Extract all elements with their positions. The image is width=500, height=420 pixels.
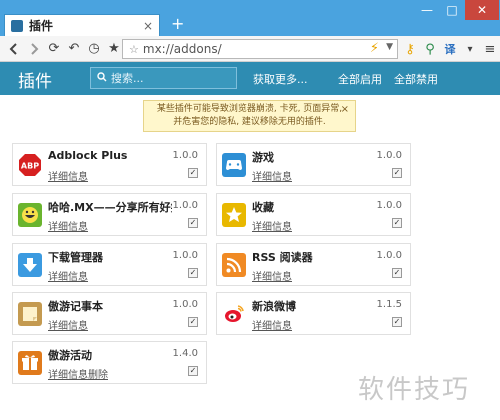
plugin-version: 1.0.0: [376, 250, 402, 261]
warning-line-2: 并危害您的隐私, 建议移除无用的插件.: [173, 117, 326, 127]
enable-all-button[interactable]: 全部启用: [338, 71, 382, 87]
plugin-detail-link[interactable]: 详细信息: [48, 218, 88, 233]
plugin-name: Adblock Plus: [48, 149, 128, 162]
plugin-enabled-checkbox[interactable]: ✓: [188, 317, 198, 327]
back-icon[interactable]: [4, 39, 24, 59]
plugin-name: 傲游活动: [48, 349, 92, 362]
plugin-name: 游戏: [252, 151, 274, 164]
plugin-name: 哈哈.MX——分享所有好笑的...: [48, 201, 172, 214]
plugin-card-haha: 哈哈.MX——分享所有好笑的... 1.0.0 详细信息 ✓: [12, 193, 207, 236]
plugin-card-activities: 傲游活动 1.4.0 详细信息 删除 ✓: [12, 341, 207, 384]
watermark-text: 软件技巧: [358, 375, 471, 405]
tab-close-icon[interactable]: ×: [143, 19, 153, 33]
watermark: 软件技巧: [348, 345, 500, 420]
plugin-name: RSS 阅读器: [252, 251, 313, 264]
title-bar: 插件 × + — □ ✕: [0, 0, 500, 36]
get-more-link[interactable]: 获取更多...: [253, 71, 308, 87]
plugin-detail-link[interactable]: 详细信息: [48, 168, 88, 183]
disable-all-button[interactable]: 全部禁用: [394, 71, 438, 87]
plugin-card-rss: RSS 阅读器 1.0.0 详细信息 ✓: [216, 243, 411, 286]
plugin-enabled-checkbox[interactable]: ✓: [392, 268, 402, 278]
chevron-down-icon[interactable]: ▼: [386, 42, 393, 52]
plugin-detail-link[interactable]: 详细信息: [252, 268, 292, 283]
addons-header: 插件 获取更多... 全部启用 全部禁用: [0, 62, 500, 95]
plugin-remove-link[interactable]: 删除: [88, 366, 108, 381]
gamepad-icon: [222, 153, 246, 177]
plugin-enabled-checkbox[interactable]: ✓: [392, 218, 402, 228]
plugin-name: 新浪微博: [252, 300, 296, 313]
plugin-card-favorites: 收藏 1.0.0 详细信息 ✓: [216, 193, 411, 236]
history-icon[interactable]: ◷: [84, 39, 104, 59]
warning-banner: 某些插件可能导致浏览器崩溃, 卡死, 页面异常, 并危害您的隐私, 建议移除无用…: [143, 100, 356, 132]
search-icon: [97, 71, 107, 85]
favorite-icon[interactable]: ★: [104, 39, 124, 59]
plugin-detail-link[interactable]: 详细信息: [48, 366, 88, 381]
plugin-enabled-checkbox[interactable]: ✓: [188, 268, 198, 278]
toolbar-right: ⚷ ⚲ 译 ▾ ≡: [400, 39, 500, 59]
plugin-version: 1.0.0: [376, 200, 402, 211]
main-menu-icon[interactable]: ≡: [480, 39, 500, 59]
svg-text:ABP: ABP: [21, 162, 39, 171]
plugin-card-weibo: 新浪微博 1.1.5 详细信息 ✓: [216, 292, 411, 335]
close-window-button[interactable]: ✕: [465, 0, 499, 20]
plugin-detail-link[interactable]: 详细信息: [252, 168, 292, 183]
plugin-card-adblock: ABP Adblock Plus 1.0.0 详细信息 ✓: [12, 143, 207, 186]
user-icon[interactable]: ⚲: [420, 39, 440, 59]
gift-icon: [18, 351, 42, 375]
plugin-card-notepad: 傲游记事本 1.0.0 详细信息 ✓: [12, 292, 207, 335]
abp-stop-icon: ABP: [18, 153, 42, 177]
download-arrow-icon: [18, 253, 42, 277]
plugin-name: 傲游记事本: [48, 300, 103, 313]
plugin-enabled-checkbox[interactable]: ✓: [392, 168, 402, 178]
translate-icon[interactable]: 译: [440, 39, 460, 59]
tab-addons[interactable]: 插件 ×: [4, 14, 160, 36]
minimize-button[interactable]: —: [415, 0, 439, 20]
bookmark-star-icon[interactable]: ☆: [129, 43, 139, 56]
plugin-enabled-checkbox[interactable]: ✓: [188, 168, 198, 178]
star-icon: [222, 203, 246, 227]
plugin-version: 1.0.0: [172, 200, 198, 211]
new-tab-button[interactable]: +: [171, 16, 184, 32]
plugin-detail-link[interactable]: 详细信息: [252, 317, 292, 332]
plugin-card-download-manager: 下载管理器 1.0.0 详细信息 ✓: [12, 243, 207, 286]
undo-icon[interactable]: ↶: [64, 39, 84, 59]
lightning-icon[interactable]: ⚡: [370, 41, 379, 56]
plugin-version: 1.0.0: [172, 250, 198, 261]
browser-toolbar: ⟳ ↶ ◷ ★ ☆ mx://addons/ ⚡ ▼ ⚷ ⚲ 译 ▾ ≡: [0, 36, 500, 62]
maximize-button[interactable]: □: [440, 0, 464, 20]
maxthon-favicon-icon: [11, 19, 23, 32]
plugin-version: 1.0.0: [172, 150, 198, 161]
rss-icon: [222, 253, 246, 277]
more-menu-icon[interactable]: ▾: [460, 39, 480, 59]
plugin-enabled-checkbox[interactable]: ✓: [188, 366, 198, 376]
search-input[interactable]: [111, 71, 231, 85]
warning-close-icon[interactable]: ×: [341, 103, 349, 116]
page-title: 插件: [18, 72, 52, 92]
key-icon[interactable]: ⚷: [400, 39, 420, 59]
plugin-detail-link[interactable]: 详细信息: [48, 317, 88, 332]
address-text[interactable]: mx://addons/: [143, 42, 222, 56]
search-box[interactable]: [90, 67, 237, 89]
smiley-icon: [18, 203, 42, 227]
plugin-name: 下载管理器: [48, 251, 103, 264]
plugin-enabled-checkbox[interactable]: ✓: [392, 317, 402, 327]
address-bar[interactable]: ☆ mx://addons/ ⚡ ▼: [122, 39, 398, 59]
plugin-name: 收藏: [252, 201, 274, 214]
notepad-icon: [18, 302, 42, 326]
forward-icon[interactable]: [24, 39, 44, 59]
plugin-enabled-checkbox[interactable]: ✓: [188, 218, 198, 228]
plugin-version: 1.0.0: [376, 150, 402, 161]
weibo-icon: [222, 302, 246, 326]
refresh-icon[interactable]: ⟳: [44, 39, 64, 59]
plugin-detail-link[interactable]: 详细信息: [252, 218, 292, 233]
tab-title: 插件: [29, 19, 54, 33]
plugin-version: 1.1.5: [376, 299, 402, 310]
warning-line-1: 某些插件可能导致浏览器崩溃, 卡死, 页面异常,: [156, 104, 343, 114]
plugin-card-games: 游戏 1.0.0 详细信息 ✓: [216, 143, 411, 186]
plugin-version: 1.4.0: [172, 348, 198, 359]
plugin-detail-link[interactable]: 详细信息: [48, 268, 88, 283]
plugin-version: 1.0.0: [172, 299, 198, 310]
